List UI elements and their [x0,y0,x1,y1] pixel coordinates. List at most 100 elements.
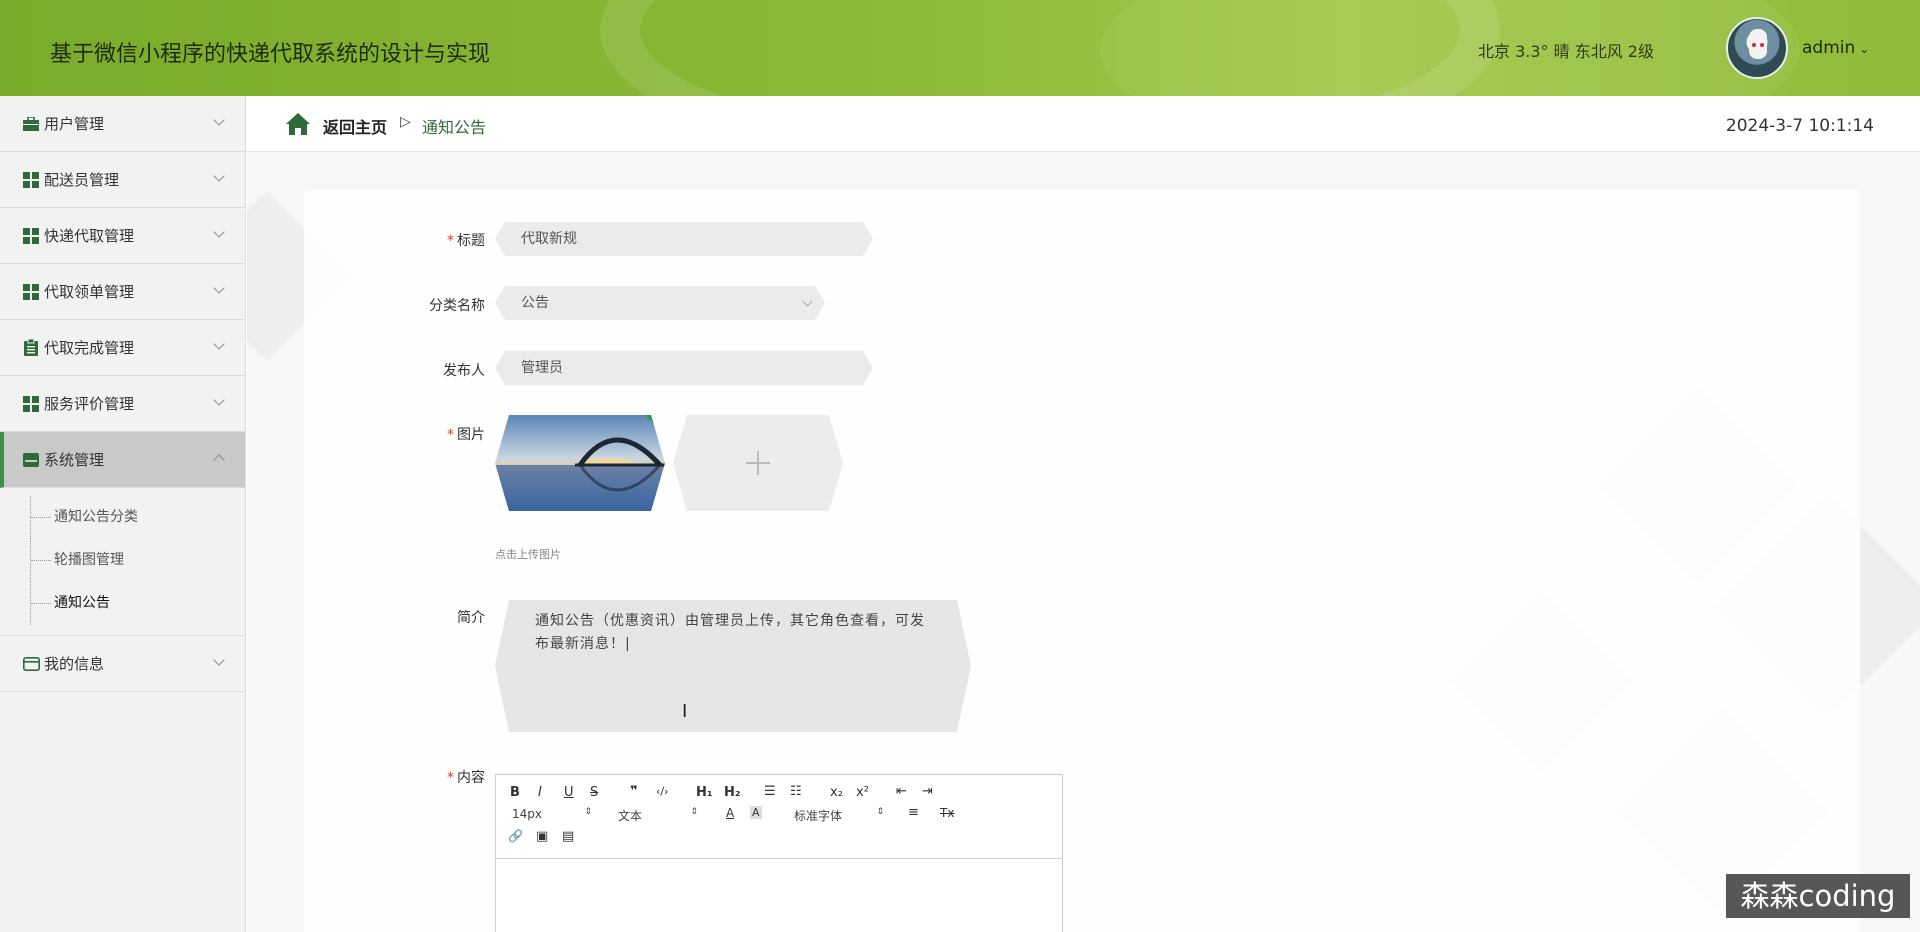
image-upload-button[interactable] [673,415,843,511]
link-icon[interactable]: 🔗 [508,829,523,843]
sidebar-item-label: 服务评价管理 [44,395,135,413]
sidebar-subitem-notice-category[interactable]: 通知公告分类 [0,496,245,539]
bold-button[interactable]: B [510,785,520,800]
video-icon[interactable]: ▤ [562,829,574,844]
image-label: * 图片 [385,424,485,444]
outdent-button[interactable]: ⇤ [896,784,907,799]
chevron-down-icon [803,297,813,307]
code-button[interactable]: ‹/› [656,785,669,798]
sidebar-item-completion-management[interactable]: 代取完成管理 [0,320,245,376]
background-color-button[interactable]: A [750,806,762,819]
sidebar-subitem-notice[interactable]: 通知公告 [0,582,245,625]
card-icon [22,655,40,673]
grid-icon [22,227,40,245]
grid-icon [22,395,40,413]
editor-toolbar: B I U S ❞ ‹/› H₁ H₂ ☰ ☷ x₂ x² ⇤ ⇥ 14px ⇕ … [496,775,1062,859]
sidebar-item-label: 配送员管理 [44,171,120,189]
sidebar: 用户管理 配送员管理 快递代取管理 代取领单管理 代取完成管理 服务评价管理 系… [0,96,246,932]
summary-label: 简介 [457,610,485,626]
align-button[interactable]: ≡ [908,805,919,820]
subscript-button[interactable]: x₂ [830,785,843,800]
avatar-eye [1760,43,1764,47]
font-family-select[interactable]: 标准字体 ⇕ [794,807,884,824]
avatar-eye [1752,43,1756,47]
category-label: 分类名称 [429,298,485,314]
system-submenu: 通知公告分类 轮播图管理 通知公告 [0,488,245,636]
breadcrumb-current: 通知公告 [422,118,487,137]
briefcase-icon [22,115,40,133]
image-icon[interactable]: ▣ [536,829,548,844]
user-menu[interactable]: admin ⌄ [1802,38,1869,58]
italic-button[interactable]: I [538,785,542,800]
sidebar-item-system-management[interactable]: 系统管理 [0,432,245,488]
underline-button[interactable]: U [564,785,574,800]
sidebar-item-my-info[interactable]: 我的信息 [0,636,245,692]
sidebar-item-pickup-management[interactable]: 快递代取管理 [0,208,245,264]
watermark: 森森coding [1726,874,1910,918]
sidebar-item-label: 我的信息 [44,655,105,673]
content-label: * 内容 [385,767,485,787]
font-size-select[interactable]: 14px ⇕ [512,807,592,821]
app-header: 基于微信小程序的快递代取系统的设计与实现 北京 3.3° 晴 东北风 2级 ad… [0,0,1920,96]
quote-button[interactable]: ❞ [630,784,638,799]
chevron-down-icon [213,226,225,238]
sidebar-item-label: 快递代取管理 [44,227,135,245]
chevron-down-icon [213,282,225,294]
sidebar-item-label: 代取领单管理 [44,283,135,301]
clear-format-button[interactable]: Tx [940,806,954,820]
indent-button[interactable]: ⇥ [922,784,933,799]
avatar[interactable] [1726,17,1788,79]
updown-icon: ⇕ [876,807,884,817]
chevron-down-icon: ⌄ [1859,42,1870,56]
strike-button[interactable]: S [590,785,598,800]
sidebar-item-review-management[interactable]: 服务评价管理 [0,376,245,432]
text-cursor: I [682,701,688,722]
breadcrumb-home-link[interactable]: 返回主页 [323,114,387,138]
sidebar-item-courier-management[interactable]: 配送员管理 [0,152,245,208]
sidebar-item-user-management[interactable]: 用户管理 [0,96,245,152]
plus-icon [757,451,759,475]
chevron-down-icon [213,654,225,666]
sidebar-item-order-management[interactable]: 代取领单管理 [0,264,245,320]
breadcrumb-separator: ▷ [400,114,411,130]
chevron-down-icon [213,394,225,406]
main-content: 返回主页 ▷ 通知公告 2024-3-7 10:1:14 * 标题 代取新规 分类… [247,96,1920,932]
publisher-input[interactable]: 管理员 [495,351,873,385]
bullet-list-button[interactable]: ☷ [790,784,802,799]
sidebar-item-label: 代取完成管理 [44,339,135,357]
category-select[interactable]: 公告 [495,286,825,320]
text-color-button[interactable]: A [726,806,734,820]
superscript-button[interactable]: x² [856,785,869,800]
h2-button[interactable]: H₂ [724,785,741,800]
home-icon[interactable] [285,112,311,136]
font-size-value: 14px [512,807,542,821]
required-mark: * [447,233,454,249]
weather-info: 北京 3.3° 晴 东北风 2级 [1478,42,1654,61]
updown-icon: ⇕ [584,807,592,817]
breadcrumb: 返回主页 ▷ 通知公告 2024-3-7 10:1:14 [247,96,1920,152]
clipboard-icon [22,339,40,357]
app-title: 基于微信小程序的快递代取系统的设计与实现 [50,42,491,67]
h1-button[interactable]: H₁ [696,785,713,800]
editor-body[interactable] [496,859,1062,932]
font-family-value: 标准字体 [794,809,843,823]
header-format-select[interactable]: 文本 ⇕ [618,807,698,824]
content-label-text: 内容 [457,770,485,786]
sidebar-subitem-carousel[interactable]: 轮播图管理 [0,539,245,582]
summary-textarea[interactable]: 通知公告（优惠资讯）由管理员上传，其它角色查看，可发布最新消息！| [495,600,971,732]
chevron-up-icon [213,454,225,466]
rich-text-editor: B I U S ❞ ‹/› H₁ H₂ ☰ ☷ x₂ x² ⇤ ⇥ 14px ⇕ … [495,774,1063,932]
ordered-list-button[interactable]: ☰ [764,784,776,799]
publisher-label: 发布人 [443,363,485,379]
title-label: * 标题 [385,230,485,250]
image-label-text: 图片 [457,427,485,443]
sidebar-item-label: 系统管理 [44,451,105,469]
category-select-value: 公告 [521,295,549,311]
username: admin [1802,38,1856,58]
header-format-value: 文本 [618,809,643,823]
sidebar-item-label: 用户管理 [44,115,105,133]
uploaded-image[interactable] [495,415,665,511]
grid-icon [22,283,40,301]
upload-hint: 点击上传图片 [495,548,561,561]
title-input[interactable]: 代取新规 [495,222,873,256]
